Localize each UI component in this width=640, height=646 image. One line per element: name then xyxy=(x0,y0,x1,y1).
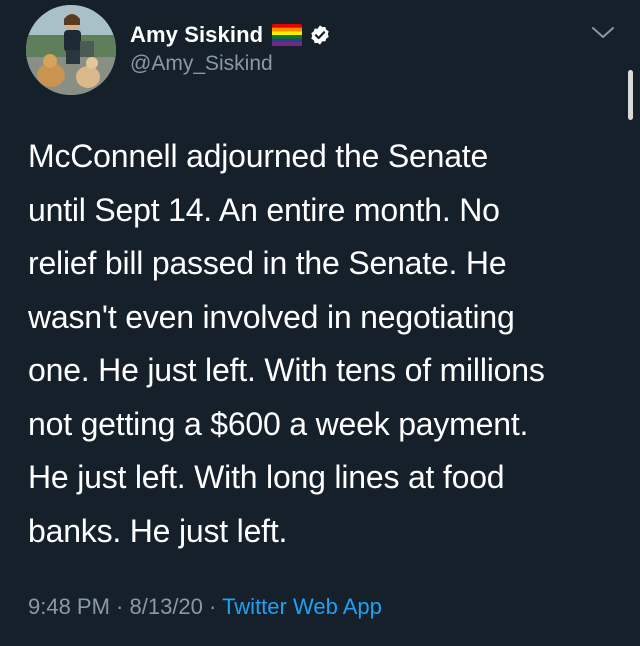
chevron-down-icon[interactable] xyxy=(590,24,616,42)
tweet-meta: 9:48 PM · 8/13/20 · Twitter Web App xyxy=(28,594,382,620)
display-name[interactable]: Amy Siskind xyxy=(130,22,263,48)
meta-separator: · xyxy=(202,594,223,619)
author-name-row[interactable]: Amy Siskind xyxy=(130,19,331,51)
avatar-photo xyxy=(26,5,116,95)
tweet-text-line: relief bill passed in the Senate. He xyxy=(28,245,507,281)
tweet-text-line: He just left. With long lines at food xyxy=(28,459,505,495)
author-handle[interactable]: @Amy_Siskind xyxy=(130,52,273,76)
tweet-text-line: not getting a $600 a week payment. xyxy=(28,405,529,442)
tweet-date[interactable]: 8/13/20 xyxy=(130,594,203,619)
tweet-time[interactable]: 9:48 PM xyxy=(28,594,110,619)
scrollbar[interactable] xyxy=(628,70,633,120)
tweet-text-line: until Sept 14. An entire month. No xyxy=(28,191,500,228)
tweet-text-line: wasn't even involved in negotiating xyxy=(28,298,515,335)
tweet-card: Amy Siskind @Amy_Siskind McConnell adjou… xyxy=(0,0,640,646)
avatar[interactable] xyxy=(26,5,116,95)
tweet-text-line: McConnell adjourned the Senate xyxy=(28,138,489,174)
rainbow-flag-icon xyxy=(272,24,303,46)
verified-icon xyxy=(311,25,329,45)
tweet-text-line: banks. He just left. xyxy=(28,512,288,549)
tweet-source[interactable]: Twitter Web App xyxy=(222,594,382,619)
meta-separator: · xyxy=(109,594,130,619)
tweet-text: McConnell adjourned the Senate until Sep… xyxy=(28,130,628,558)
tweet-text-line: one. He just left. With tens of millions xyxy=(28,352,545,388)
